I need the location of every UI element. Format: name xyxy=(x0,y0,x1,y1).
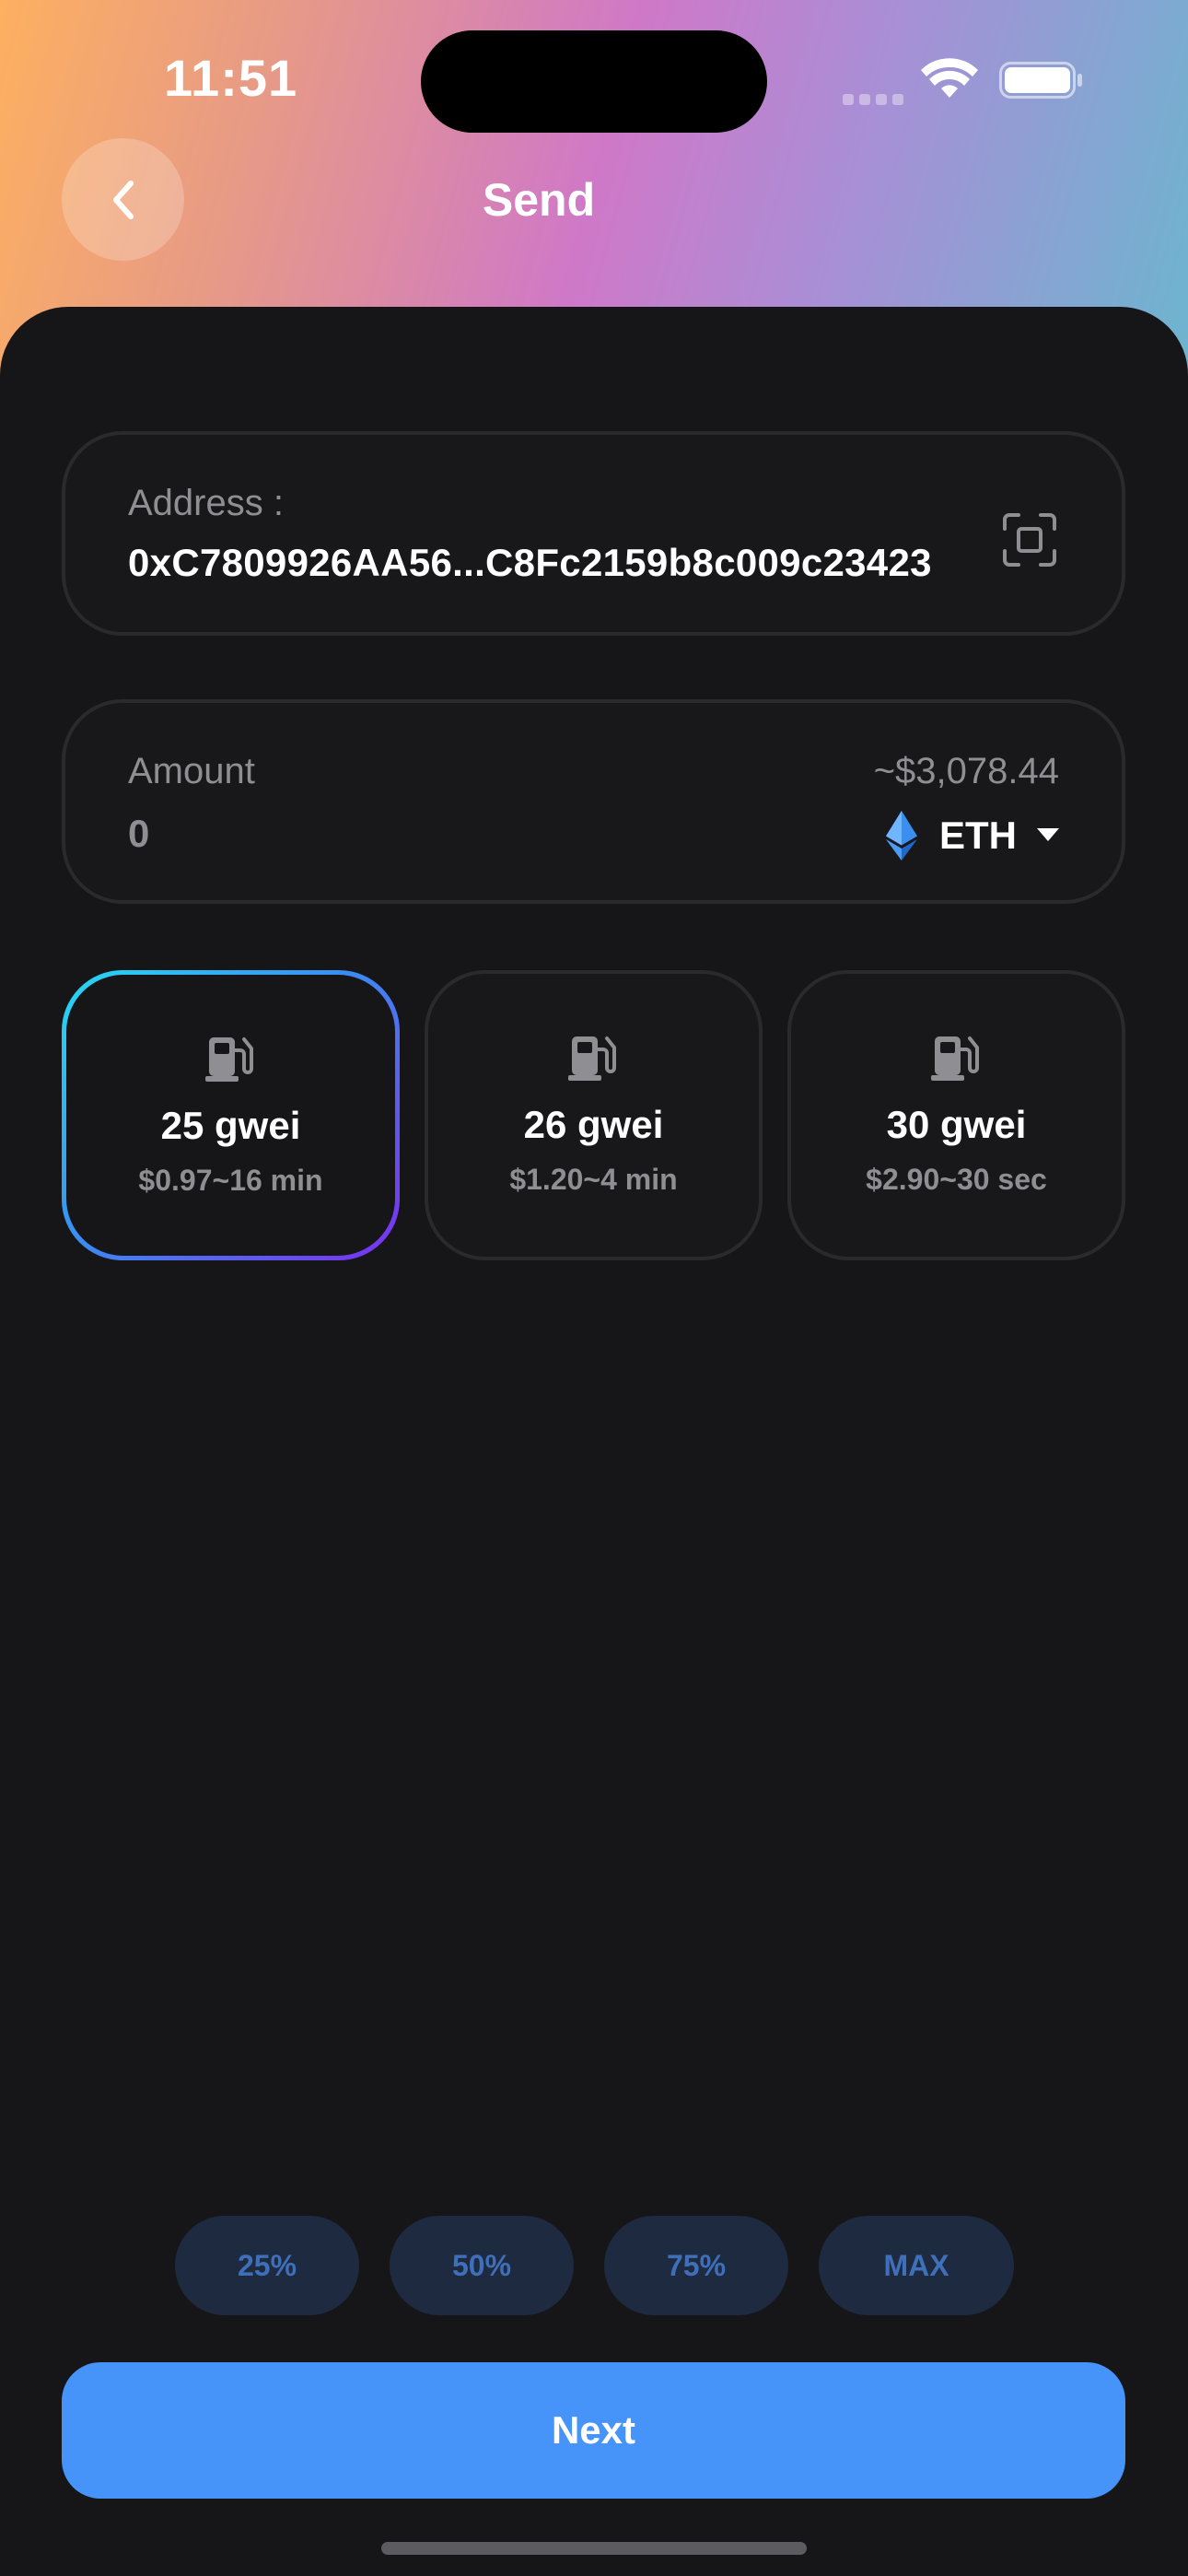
qr-scan-icon[interactable] xyxy=(1002,512,1057,568)
token-selector[interactable]: ETH xyxy=(886,810,1059,861)
fee-option-medium[interactable]: 26 gwei $1.20~4 min xyxy=(425,970,763,1260)
page-title: Send xyxy=(482,174,596,226)
amount-value[interactable]: 0 xyxy=(128,812,149,856)
fee-gwei: 26 gwei xyxy=(523,1103,664,1146)
fee-gwei: 25 gwei xyxy=(160,1104,301,1147)
fee-cost: $0.97~16 min xyxy=(138,1164,323,1197)
gas-pump-icon xyxy=(930,1036,979,1081)
home-indicator xyxy=(381,2542,807,2555)
wifi-icon xyxy=(921,58,978,98)
battery-icon xyxy=(999,62,1082,99)
percent-25-button[interactable]: 25% xyxy=(175,2216,359,2315)
amount-label: Amount xyxy=(128,751,255,791)
token-name: ETH xyxy=(939,814,1017,857)
status-time: 11:51 xyxy=(164,49,298,107)
caret-down-icon xyxy=(1037,828,1059,841)
ethereum-icon xyxy=(886,811,917,861)
gas-pump-icon xyxy=(204,1037,253,1082)
next-button[interactable]: Next xyxy=(62,2362,1125,2499)
cellular-signal-icon xyxy=(843,83,905,105)
dynamic-island xyxy=(421,30,767,133)
percent-75-button[interactable]: 75% xyxy=(604,2216,788,2315)
fiat-value: ~$3,078.44 xyxy=(873,751,1059,791)
address-label: Address : xyxy=(128,483,284,523)
percent-50-button[interactable]: 50% xyxy=(390,2216,574,2315)
max-button[interactable]: MAX xyxy=(819,2216,1014,2315)
fee-cost: $1.20~4 min xyxy=(509,1163,678,1196)
fee-option-fast[interactable]: 30 gwei $2.90~30 sec xyxy=(787,970,1125,1260)
send-screen: 11:51 Send Address : 0xC7809926AA56...C8… xyxy=(0,0,1188,2576)
amount-field[interactable]: Amount 0 ~$3,078.44 ETH xyxy=(62,699,1125,904)
gas-pump-icon xyxy=(567,1036,616,1081)
fee-gwei: 30 gwei xyxy=(886,1103,1027,1146)
fee-cost: $2.90~30 sec xyxy=(866,1163,1047,1196)
address-value: 0xC7809926AA56...C8Fc2159b8c009c23423 xyxy=(128,541,932,584)
address-field[interactable]: Address : 0xC7809926AA56...C8Fc2159b8c00… xyxy=(62,431,1125,636)
content-sheet xyxy=(0,307,1188,2576)
fee-option-slow[interactable]: 25 gwei $0.97~16 min xyxy=(62,970,400,1260)
